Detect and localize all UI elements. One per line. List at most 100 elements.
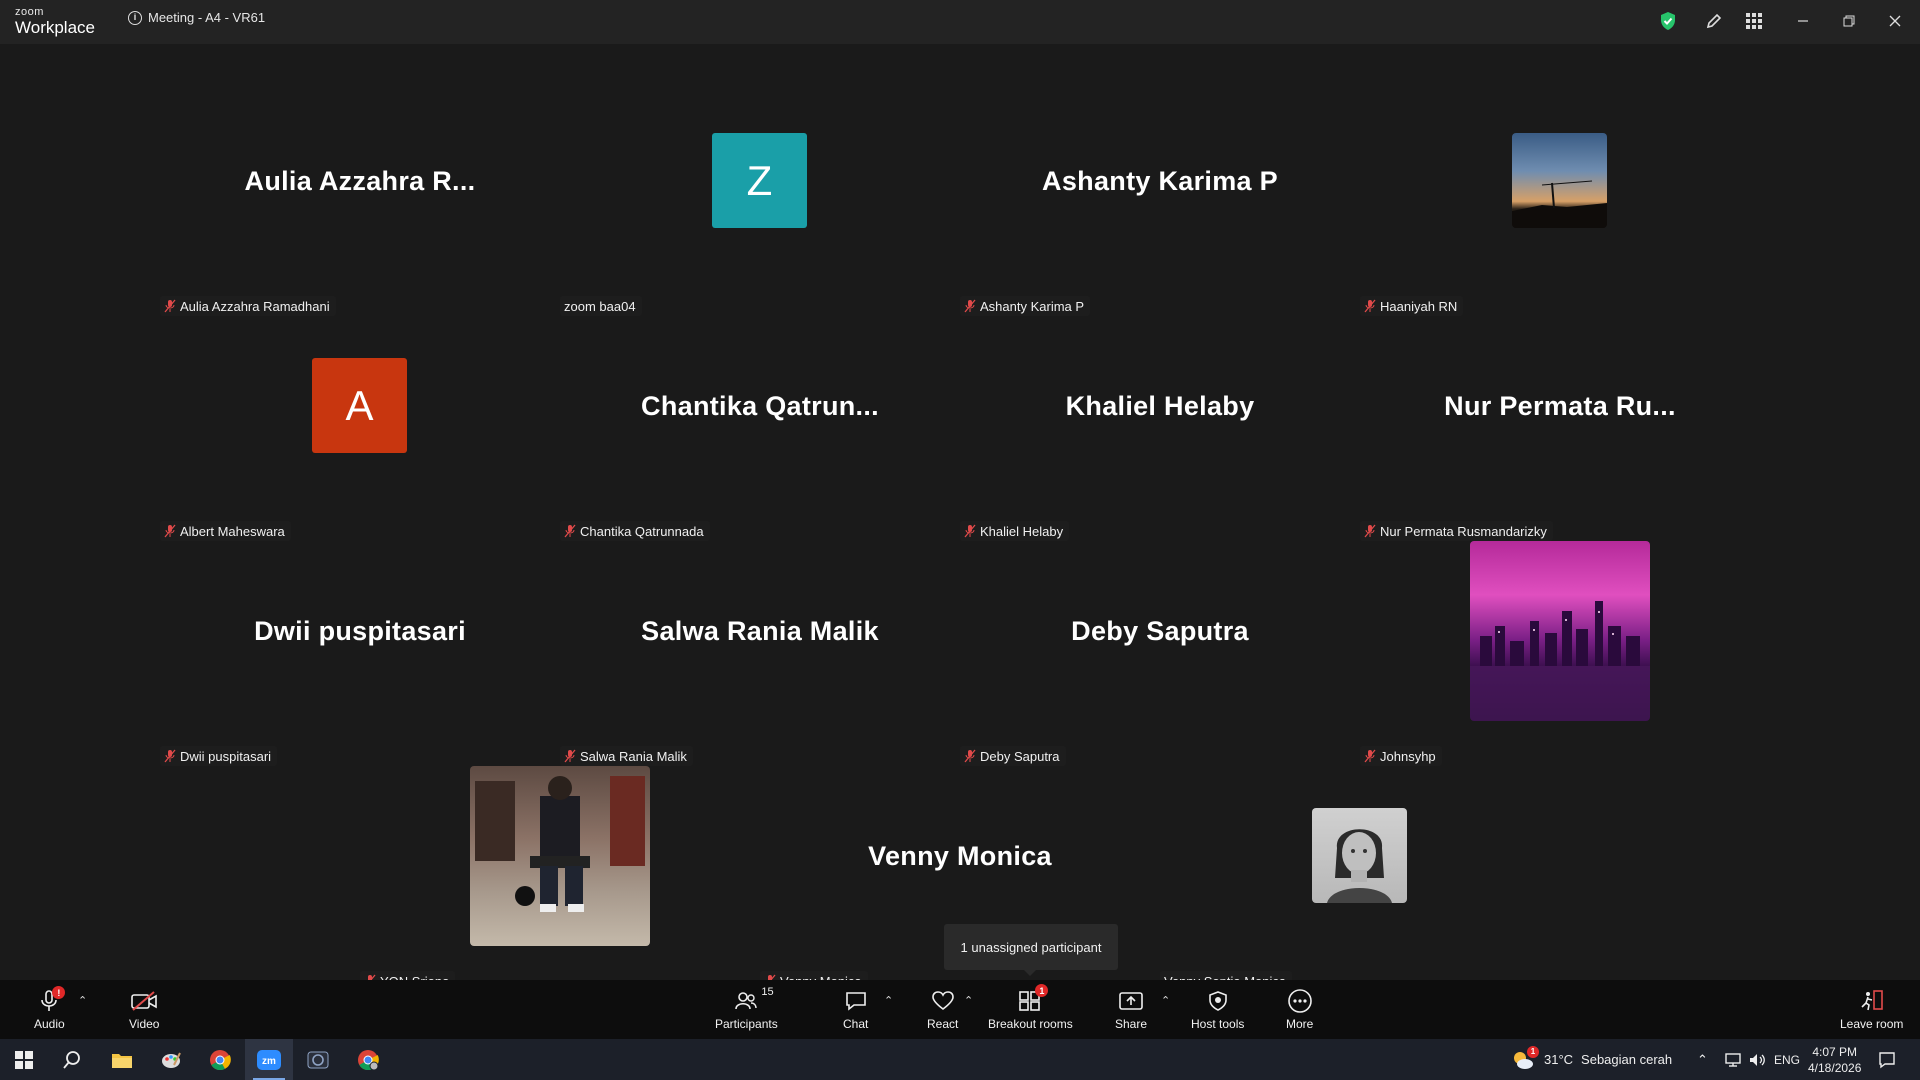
share-screen-icon — [1118, 988, 1144, 1014]
title-bar: zoom Workplace i Meeting - A4 - VR61 — [0, 0, 1920, 44]
more-button[interactable]: More — [1286, 988, 1313, 1031]
audio-options-chevron-icon[interactable]: ⌃ — [78, 994, 87, 1007]
breakout-label: Breakout rooms — [988, 1017, 1073, 1031]
participant-tile[interactable]: Salwa Rania Malik Salwa Rania Malik — [560, 541, 960, 766]
avatar: A — [312, 358, 407, 453]
participant-tile[interactable]: Aulia Azzahra R... Aulia Azzahra Ramadha… — [160, 91, 560, 316]
share-button[interactable]: Share — [1115, 988, 1147, 1031]
participant-tile[interactable]: Chantika Qatrun... Chantika Qatrunnada — [560, 316, 960, 541]
mic-muted-icon — [164, 299, 176, 313]
encryption-shield-icon[interactable] — [1657, 10, 1679, 32]
participant-tile[interactable]: Haaniyah RN — [1360, 91, 1760, 316]
more-label: More — [1286, 1017, 1314, 1031]
participant-label-text: Salwa Rania Malik — [580, 748, 687, 764]
paint-app-icon[interactable] — [147, 1039, 195, 1080]
participant-name-display: Aulia Azzahra R... — [244, 165, 476, 196]
participant-label: Salwa Rania Malik — [560, 746, 693, 766]
restore-icon[interactable] — [1834, 8, 1864, 34]
mic-muted-icon — [1364, 524, 1376, 538]
participant-tile[interactable]: Nur Permata Ru... Nur Permata Rusmandari… — [1360, 316, 1760, 541]
share-label: Share — [1115, 1017, 1148, 1031]
svg-text:zm: zm — [262, 1056, 276, 1067]
host-tools-label: Host tools — [1191, 1017, 1245, 1031]
info-icon: i — [128, 10, 142, 25]
share-options-chevron-icon[interactable]: ⌃ — [1161, 994, 1170, 1007]
participant-tile[interactable]: Deby Saputra Deby Saputra — [960, 541, 1360, 766]
whiteboard-pen-icon[interactable] — [1703, 10, 1725, 32]
participant-name-display: Deby Saputra — [1071, 615, 1249, 646]
tray-overflow-chevron-icon[interactable]: ⌃ — [1697, 1039, 1708, 1080]
portrait-icon — [1312, 808, 1407, 903]
participant-tile[interactable]: Venny Septia Monica — [1160, 766, 1560, 991]
react-label: React — [927, 1017, 959, 1031]
participant-label-text: Albert Maheswara — [180, 523, 285, 539]
meeting-info[interactable]: i Meeting - A4 - VR61 — [128, 10, 265, 25]
react-button[interactable]: React — [927, 988, 958, 1031]
mic-muted-icon — [164, 524, 176, 538]
audio-button[interactable]: ! Audio — [34, 986, 66, 1031]
unassigned-tooltip: 1 unassigned participant — [944, 924, 1118, 976]
participant-tile[interactable]: A Albert Maheswara — [160, 316, 560, 541]
participant-label: Khaliel Helaby — [960, 521, 1070, 541]
meeting-toolbar: ! Audio ⌃ Video 15 Participants Chat ⌃ R… — [0, 980, 1920, 1039]
volume-icon[interactable] — [1748, 1039, 1766, 1080]
weather-sun-cloud-icon: 1 — [1510, 1045, 1539, 1071]
network-icon[interactable] — [1724, 1039, 1742, 1080]
windows-start-icon[interactable] — [0, 1039, 48, 1080]
input-language[interactable]: ENG — [1774, 1039, 1800, 1080]
participant-label: Chantika Qatrunnada — [560, 521, 710, 541]
participant-tile[interactable]: Johnsyhp — [1360, 541, 1760, 766]
participants-button[interactable]: 15 Participants — [715, 986, 778, 1031]
video-button[interactable]: Video — [129, 988, 159, 1031]
participants-icon: 15 — [734, 986, 774, 1014]
zoom-taskbar-icon[interactable]: zm — [245, 1039, 293, 1080]
participant-label-text: Haaniyah RN — [1380, 298, 1458, 314]
chat-button[interactable]: Chat — [843, 988, 868, 1031]
react-options-chevron-icon[interactable]: ⌃ — [964, 994, 973, 1007]
participant-name-display: Chantika Qatrun... — [641, 390, 879, 421]
camera-app-icon[interactable] — [294, 1039, 342, 1080]
clock[interactable]: 4:07 PM 4/18/2026 — [1808, 1039, 1861, 1080]
apps-grid-icon[interactable] — [1743, 10, 1765, 32]
chat-options-chevron-icon[interactable]: ⌃ — [884, 994, 893, 1007]
host-tools-button[interactable]: Host tools — [1191, 988, 1244, 1031]
weather-description: Sebagian cerah — [1581, 1052, 1673, 1067]
logo-bottom: Workplace — [15, 18, 95, 37]
host-shield-icon — [1207, 988, 1229, 1014]
notification-icon[interactable] — [1878, 1039, 1896, 1080]
participant-label-text: Nur Permata Rusmandarizky — [1380, 523, 1547, 539]
participant-label-text: Chantika Qatrunnada — [580, 523, 704, 539]
participant-tile[interactable]: Z zoom baa04 — [560, 91, 960, 316]
participant-tile[interactable]: Ashanty Karima P Ashanty Karima P — [960, 91, 1360, 316]
participant-name-display: Nur Permata Ru... — [1444, 390, 1676, 421]
participants-count: 15 — [761, 986, 774, 998]
breakout-rooms-icon: 1 — [1018, 984, 1049, 1014]
chrome-profile-icon[interactable] — [344, 1039, 392, 1080]
participant-label: Ashanty Karima P — [960, 296, 1091, 316]
chrome-icon[interactable] — [196, 1039, 244, 1080]
participant-label: zoom baa04 — [560, 296, 642, 316]
minimize-icon[interactable] — [1788, 8, 1818, 34]
participant-label: Albert Maheswara — [160, 521, 291, 541]
search-icon[interactable] — [48, 1039, 96, 1080]
participant-label-text: Ashanty Karima P — [980, 298, 1085, 314]
breakout-badge: 1 — [1035, 984, 1049, 997]
mic-muted-icon — [164, 749, 176, 763]
close-icon[interactable] — [1880, 8, 1910, 34]
breakout-rooms-button[interactable]: 1 Breakout rooms — [988, 984, 1073, 1031]
weather-temperature: 31°C — [1544, 1052, 1574, 1067]
participant-tile[interactable]: YON Sriono — [360, 766, 760, 991]
participant-label-text: Khaliel Helaby — [980, 523, 1064, 539]
weather-badge: 1 — [1527, 1045, 1539, 1058]
leave-room-button[interactable]: Leave room — [1840, 988, 1903, 1031]
participant-name-display: Venny Monica — [868, 840, 1052, 871]
participant-name-display: Khaliel Helaby — [1065, 390, 1255, 421]
participant-tile[interactable]: Khaliel Helaby Khaliel Helaby — [960, 316, 1360, 541]
video-label: Video — [129, 1017, 160, 1031]
participant-tile[interactable]: Dwii puspitasari Dwii puspitasari — [160, 541, 560, 766]
meeting-title: Meeting - A4 - VR61 — [148, 10, 266, 25]
logo-top: zoom — [15, 6, 44, 18]
file-explorer-icon[interactable] — [98, 1039, 146, 1080]
mic-muted-icon — [564, 524, 576, 538]
weather-widget[interactable]: 1 31°C Sebagian cerah — [1510, 1039, 1672, 1080]
